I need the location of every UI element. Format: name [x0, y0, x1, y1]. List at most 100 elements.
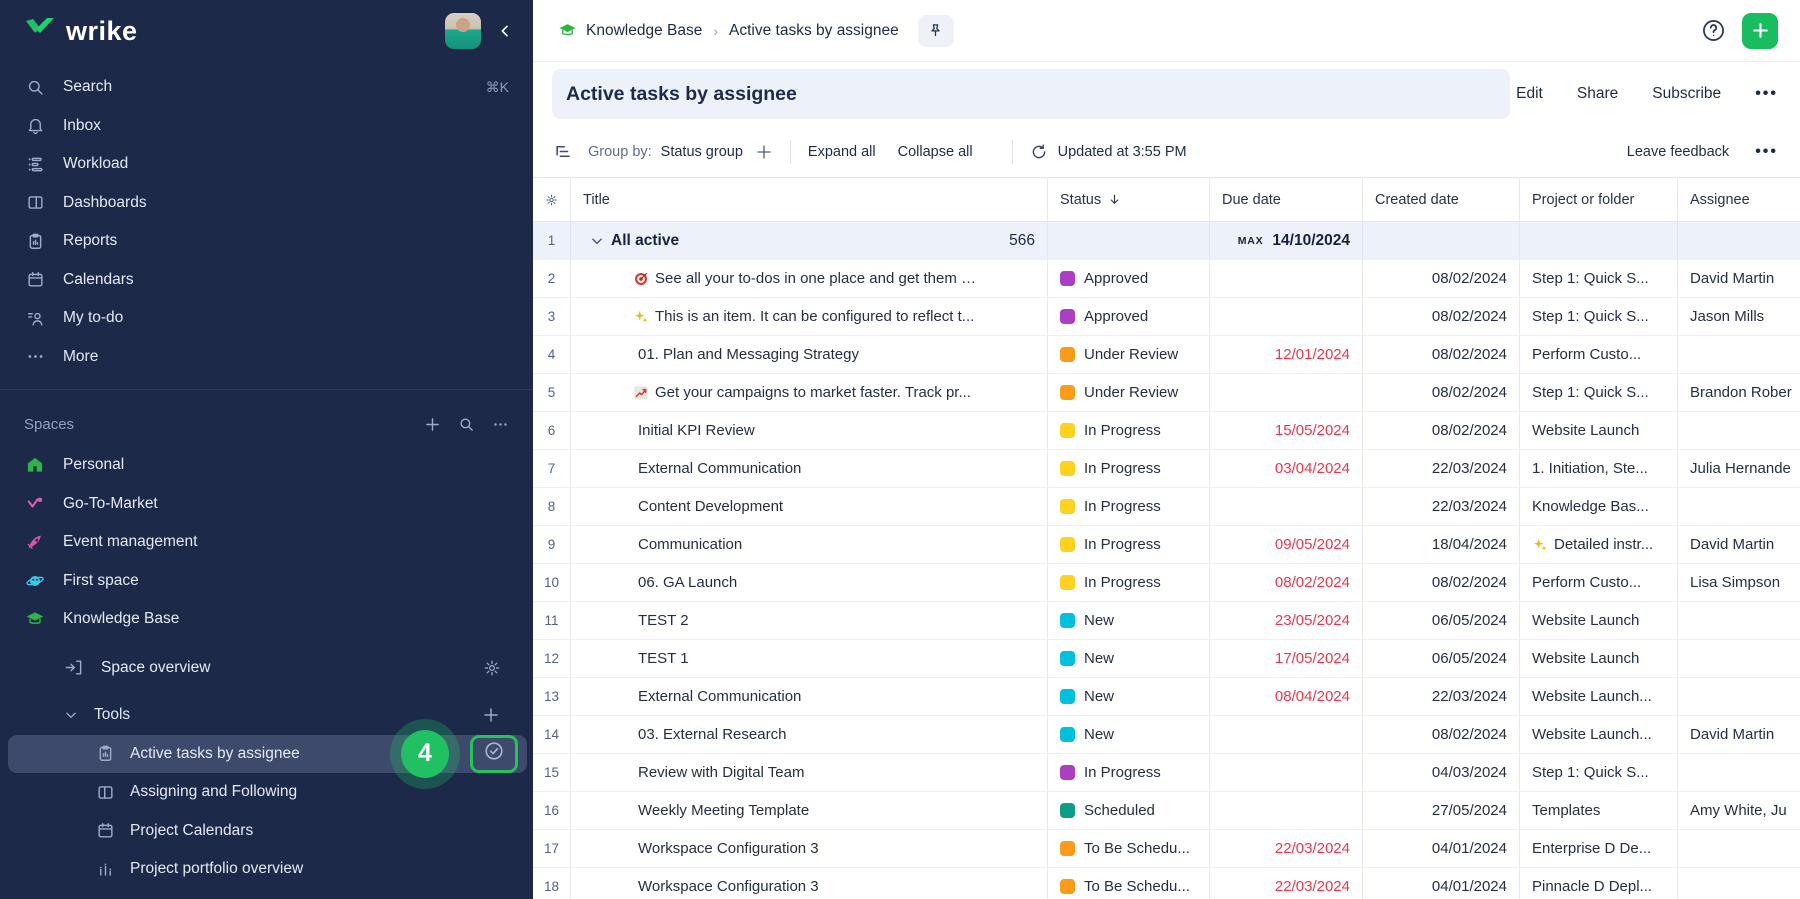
assignee-cell[interactable]	[1678, 640, 1800, 677]
task-row[interactable]: 3 This is an item. It can be configured …	[533, 298, 1800, 336]
user-avatar[interactable]	[445, 13, 481, 49]
status-cell[interactable]: New	[1048, 640, 1210, 677]
sidebar-space-knowledge-base[interactable]: Knowledge Base	[0, 600, 533, 639]
sidebar-item-space-overview[interactable]: Space overview	[0, 649, 533, 688]
project-cell[interactable]: Knowledge Bas...	[1520, 488, 1678, 525]
task-title-cell[interactable]: Communication	[571, 526, 1048, 563]
created-date-cell[interactable]: 04/03/2024	[1363, 754, 1520, 791]
due-date-cell[interactable]	[1210, 298, 1363, 335]
task-row[interactable]: 16 Weekly Meeting Template Scheduled 27/…	[533, 792, 1800, 830]
collapse-all-button[interactable]: Collapse all	[898, 144, 973, 160]
status-cell[interactable]: Under Review	[1048, 374, 1210, 411]
wrike-logo[interactable]: wrike	[24, 16, 138, 47]
due-date-cell[interactable]: 15/05/2024	[1210, 412, 1363, 449]
task-title-cell[interactable]: External Communication	[571, 450, 1048, 487]
sidebar-space-first-space[interactable]: First space	[0, 562, 533, 601]
created-date-cell[interactable]: 06/05/2024	[1363, 640, 1520, 677]
due-date-cell[interactable]: 22/03/2024	[1210, 868, 1363, 899]
breadcrumb-space-link[interactable]: Knowledge Base	[586, 22, 702, 40]
project-cell[interactable]: Detailed instr...	[1520, 526, 1678, 563]
created-date-cell[interactable]: 08/02/2024	[1363, 716, 1520, 753]
column-header-title[interactable]: Title	[571, 178, 1048, 221]
created-date-cell[interactable]: 04/01/2024	[1363, 830, 1520, 867]
task-row[interactable]: 15 Review with Digital Team In Progress …	[533, 754, 1800, 792]
task-title-cell[interactable]: TEST 1	[571, 640, 1048, 677]
created-date-cell[interactable]: 08/02/2024	[1363, 298, 1520, 335]
due-date-cell[interactable]: 08/04/2024	[1210, 678, 1363, 715]
report-title-input[interactable]: Active tasks by assignee	[552, 69, 1510, 119]
create-new-button[interactable]	[1742, 13, 1778, 49]
created-date-cell[interactable]: 08/02/2024	[1363, 374, 1520, 411]
column-header-status[interactable]: Status	[1048, 178, 1210, 221]
due-date-cell[interactable]: 03/04/2024	[1210, 450, 1363, 487]
project-cell[interactable]: Website Launch	[1520, 602, 1678, 639]
table-settings-gear-icon[interactable]	[533, 178, 571, 221]
task-title-cell[interactable]: Content Development	[571, 488, 1048, 525]
assignee-cell[interactable]: Brandon Rober	[1678, 374, 1800, 411]
task-row[interactable]: 6 Initial KPI Review In Progress 15/05/2…	[533, 412, 1800, 450]
assignee-cell[interactable]	[1678, 336, 1800, 373]
assignee-cell[interactable]	[1678, 868, 1800, 899]
assignee-cell[interactable]	[1678, 412, 1800, 449]
status-cell[interactable]: New	[1048, 716, 1210, 753]
created-date-cell[interactable]: 08/02/2024	[1363, 336, 1520, 373]
due-date-cell[interactable]	[1210, 792, 1363, 829]
created-date-cell[interactable]: 18/04/2024	[1363, 526, 1520, 563]
sidebar-space-personal[interactable]: Personal	[0, 446, 533, 485]
status-cell[interactable]: Scheduled	[1048, 792, 1210, 829]
sidebar-item-dashboards[interactable]: Dashboards	[0, 184, 533, 223]
created-date-cell[interactable]: 22/03/2024	[1363, 488, 1520, 525]
task-row[interactable]: 2 See all your to-dos in one place and g…	[533, 260, 1800, 298]
assignee-cell[interactable]: Lisa Simpson	[1678, 564, 1800, 601]
task-row[interactable]: 11 TEST 2 New 23/05/2024 06/05/2024 Webs…	[533, 602, 1800, 640]
assignee-cell[interactable]: David Martin	[1678, 716, 1800, 753]
assignee-cell[interactable]: Julia Hernande	[1678, 450, 1800, 487]
add-space-icon[interactable]	[424, 416, 441, 433]
due-date-cell[interactable]	[1210, 716, 1363, 753]
project-cell[interactable]: Perform Custo...	[1520, 336, 1678, 373]
task-title-cell[interactable]: See all your to-dos in one place and get…	[571, 260, 1048, 297]
sidebar-space-go-to-market[interactable]: Go-To-Market	[0, 485, 533, 524]
title-more-icon[interactable]: •••	[1755, 85, 1778, 103]
project-cell[interactable]: Enterprise D De...	[1520, 830, 1678, 867]
project-cell[interactable]: Step 1: Quick S...	[1520, 374, 1678, 411]
created-date-cell[interactable]: 06/05/2024	[1363, 602, 1520, 639]
status-cell[interactable]: In Progress	[1048, 754, 1210, 791]
task-title-cell[interactable]: External Communication	[571, 678, 1048, 715]
task-row[interactable]: 10 06. GA Launch In Progress 08/02/2024 …	[533, 564, 1800, 602]
task-title-cell[interactable]: Weekly Meeting Template	[571, 792, 1048, 829]
spaces-more-icon[interactable]	[492, 416, 509, 433]
status-cell[interactable]: New	[1048, 602, 1210, 639]
task-title-cell[interactable]: This is an item. It can be configured to…	[571, 298, 1048, 335]
project-cell[interactable]: Step 1: Quick S...	[1520, 754, 1678, 791]
task-title-cell[interactable]: Initial KPI Review	[571, 412, 1048, 449]
search-spaces-icon[interactable]	[458, 416, 475, 433]
project-cell[interactable]: Step 1: Quick S...	[1520, 260, 1678, 297]
task-title-cell[interactable]: TEST 2	[571, 602, 1048, 639]
task-title-cell[interactable]: Workspace Configuration 3	[571, 830, 1048, 867]
sidebar-item-inbox[interactable]: Inbox	[0, 107, 533, 146]
sidebar-item-tools[interactable]: Tools	[0, 696, 533, 735]
sidebar-space-event-management[interactable]: Event management	[0, 523, 533, 562]
task-row[interactable]: 4 01. Plan and Messaging Strategy Under …	[533, 336, 1800, 374]
due-date-cell[interactable]	[1210, 488, 1363, 525]
group-chevron-down-icon[interactable]	[590, 234, 604, 248]
sidebar-item-my-to-do[interactable]: My to-do	[0, 299, 533, 338]
assignee-cell[interactable]	[1678, 488, 1800, 525]
status-cell[interactable]: Under Review	[1048, 336, 1210, 373]
assignee-cell[interactable]: Jason Mills	[1678, 298, 1800, 335]
project-cell[interactable]: Website Launch...	[1520, 678, 1678, 715]
help-icon[interactable]	[1698, 16, 1728, 46]
project-cell[interactable]: Pinnacle D Depl...	[1520, 868, 1678, 899]
assignee-cell[interactable]	[1678, 602, 1800, 639]
share-button[interactable]: Share	[1577, 85, 1618, 103]
sidebar-item-search[interactable]: Search ⌘K	[0, 68, 533, 107]
refresh-icon[interactable]	[1030, 143, 1048, 161]
created-date-cell[interactable]: 04/01/2024	[1363, 868, 1520, 899]
task-title-cell[interactable]: 01. Plan and Messaging Strategy	[571, 336, 1048, 373]
created-date-cell[interactable]: 08/02/2024	[1363, 564, 1520, 601]
created-date-cell[interactable]: 08/02/2024	[1363, 412, 1520, 449]
status-cell[interactable]: In Progress	[1048, 526, 1210, 563]
assignee-cell[interactable]: Amy White, Ju	[1678, 792, 1800, 829]
mark-complete-annotated-button[interactable]	[470, 735, 518, 773]
